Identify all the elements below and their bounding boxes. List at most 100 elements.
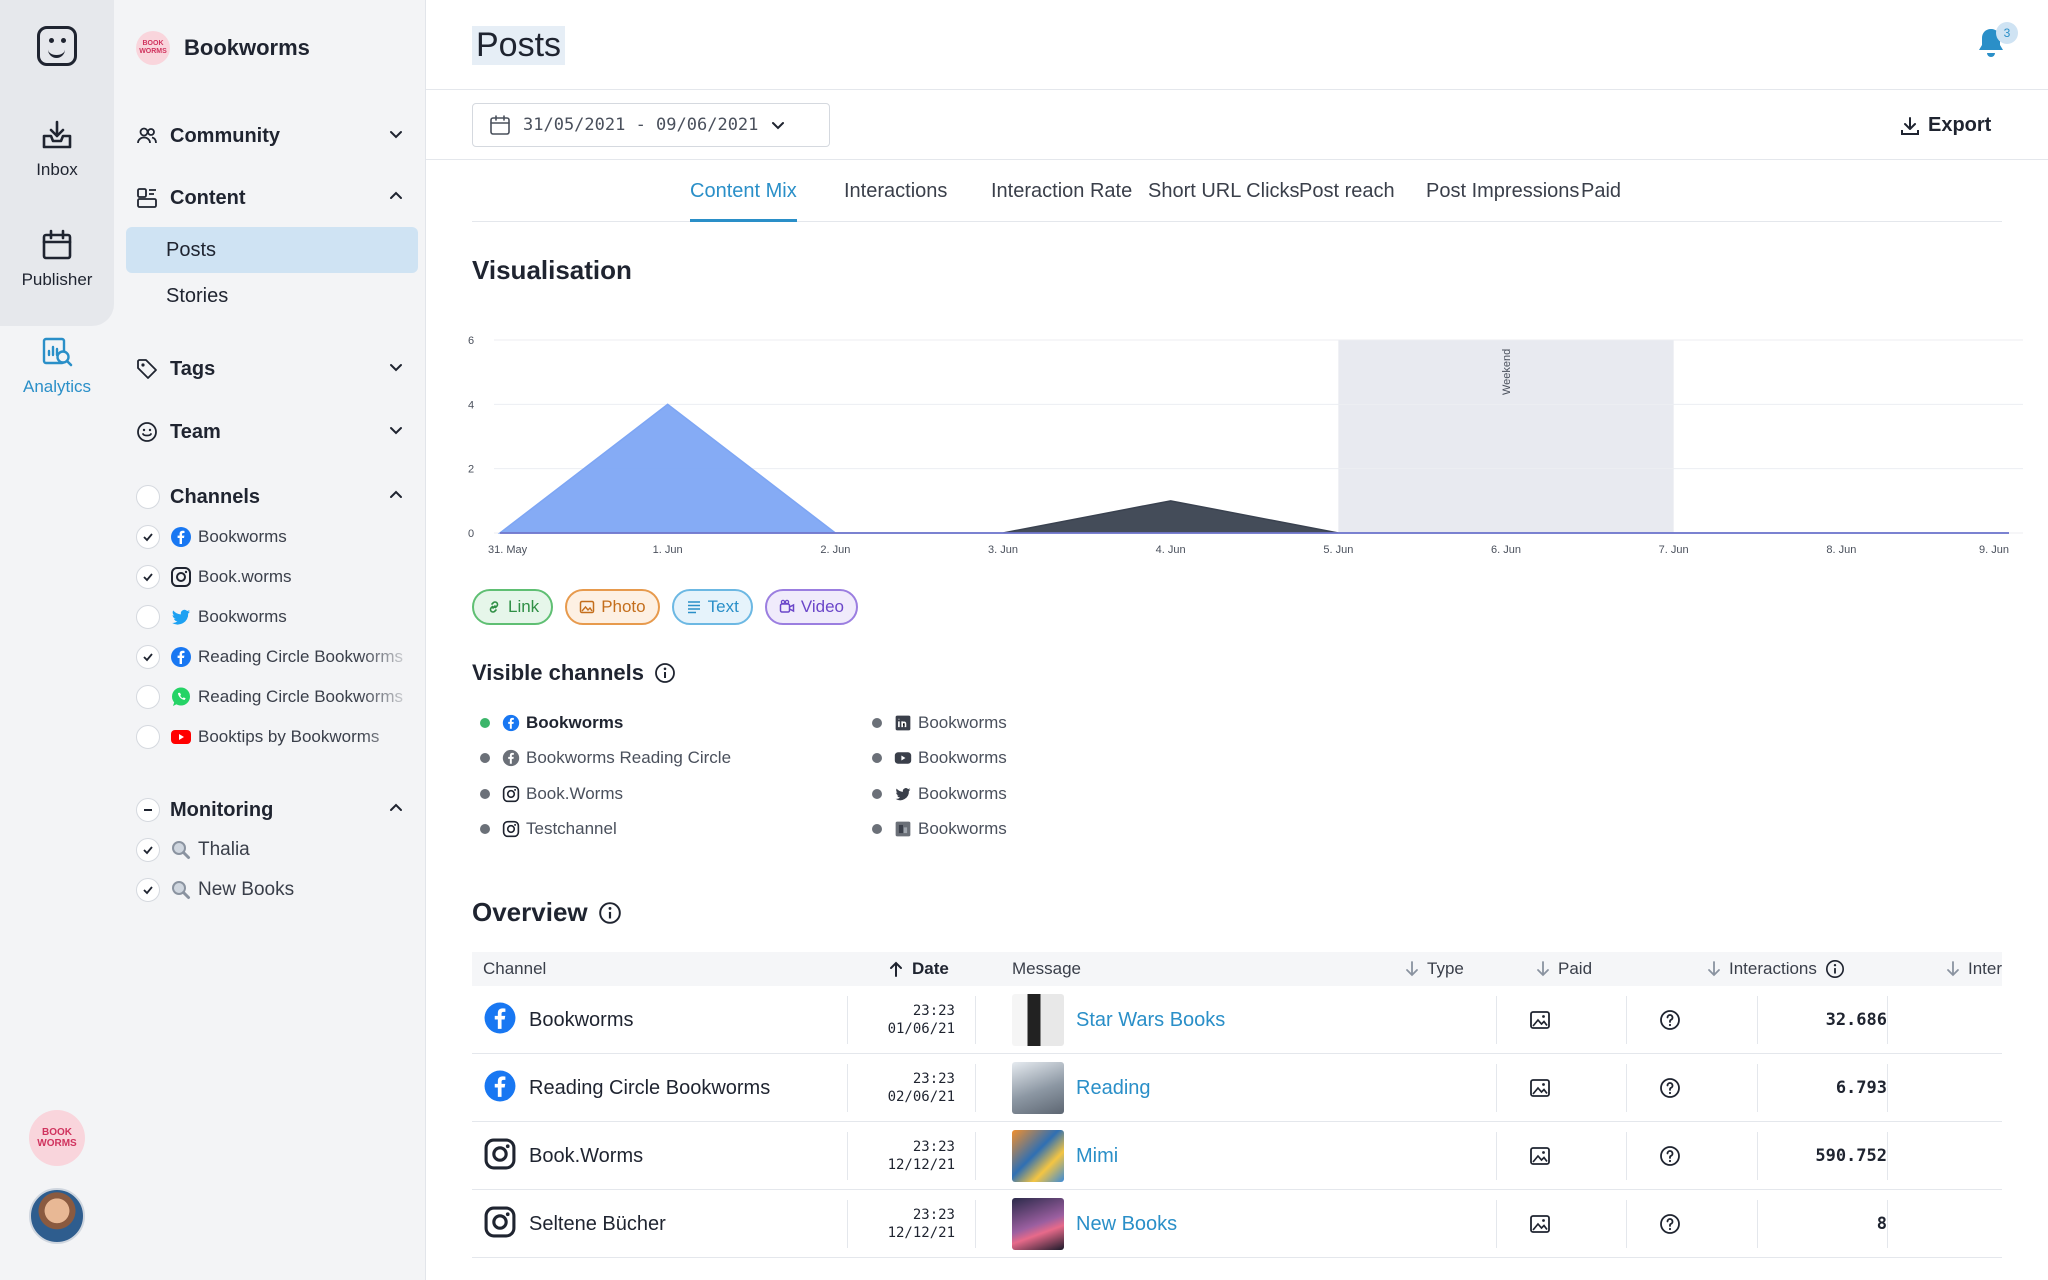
channel-checkbox[interactable] [136, 525, 160, 549]
date-range-picker[interactable]: 31/05/2021 - 09/06/2021 [472, 103, 830, 147]
youtube-icon [171, 730, 191, 744]
channel-name: Seltene Bücher [529, 1212, 666, 1235]
post-message-link[interactable]: Reading [1076, 1077, 1151, 1100]
column-header-interaction-rate[interactable]: Inter [1946, 952, 2002, 986]
visible-channel-item[interactable]: Book.Worms [472, 776, 731, 812]
sidebar-section-content[interactable]: Content [136, 182, 404, 214]
tab-content-mix[interactable]: Content Mix [690, 180, 797, 222]
content-mix-chart: Weekend 0 2 4 6 31. May 1. Jun 2. Jun 3. Jun 4. J… [468, 335, 2023, 556]
content-icon [136, 187, 160, 209]
channel-checkbox[interactable] [136, 565, 160, 589]
channel-item[interactable]: Bookworms [136, 602, 416, 632]
x-tick-label: 7. Jun [1659, 544, 1689, 556]
channel-checkbox[interactable] [136, 605, 160, 629]
legend-link-pill[interactable]: Link [472, 589, 554, 625]
table-row[interactable]: Seltene Bücher 23:23 12/12/21 New Books 8 [472, 1190, 2002, 1258]
info-icon[interactable] [1825, 959, 1845, 979]
tab-short-url-clicks[interactable]: Short URL Clicks [1148, 180, 1300, 222]
legend-text-pill[interactable]: Text [671, 589, 753, 625]
sidebar-item-stories[interactable]: Stories [126, 273, 418, 319]
visible-channel-item[interactable]: Bookworms [864, 776, 1007, 812]
workspace-avatar[interactable]: BOOK WORMS [29, 1110, 85, 1166]
tab-interaction-rate[interactable]: Interaction Rate [991, 180, 1132, 222]
table-row[interactable]: Bookworms 23:23 01/06/21 Star Wars Books … [472, 986, 2002, 1054]
channel-item[interactable]: Bookworms [136, 522, 416, 552]
tab-bar: Content Mix Interactions Interaction Rat… [472, 180, 2002, 222]
column-header-message[interactable]: Message [1012, 952, 1081, 986]
magnifier-icon [172, 881, 190, 899]
tab-paid[interactable]: Paid [1581, 180, 1621, 222]
chevron-down-icon [388, 421, 404, 444]
visible-channel-item[interactable]: Testchannel [472, 812, 731, 848]
post-thumbnail[interactable] [1012, 1198, 1064, 1250]
column-header-date[interactable]: Date [888, 952, 949, 986]
rail-analytics[interactable]: Analytics [0, 335, 114, 397]
interactions-value: 6.793 [1835, 1078, 1887, 1098]
sidebar-section-monitoring[interactable]: Monitoring [136, 794, 404, 826]
monitoring-checkbox[interactable] [136, 878, 160, 902]
channel-item[interactable]: Booktips by Bookworms [136, 722, 416, 752]
calendar-icon [42, 229, 72, 260]
column-divider [847, 1200, 848, 1248]
sidebar-section-team[interactable]: Team [136, 416, 404, 448]
interactions-cell: 590.752 [1757, 1122, 1887, 1190]
sidebar-section-community[interactable]: Community [136, 120, 404, 152]
main-content: Posts 3 31/05/2021 - 09/06/2021 Export C… [426, 0, 2048, 1280]
legend-video-pill[interactable]: Video [764, 589, 858, 625]
sidebar-section-tags[interactable]: Tags [136, 353, 404, 385]
column-header-interaction-rate-label: Inter [1967, 959, 2002, 978]
column-header-channel[interactable]: Channel [483, 952, 546, 986]
visible-channel-item[interactable]: Bookworms [864, 741, 1007, 777]
post-thumbnail[interactable] [1012, 994, 1064, 1046]
export-button[interactable]: Export [1900, 114, 1991, 137]
channel-item[interactable]: Reading Circle Bookworms [136, 642, 416, 672]
legend-photo-pill[interactable]: Photo [565, 589, 660, 625]
tab-post-reach[interactable]: Post reach [1299, 180, 1395, 222]
rail-publisher[interactable]: Publisher [0, 228, 114, 290]
page-title: Posts [472, 26, 566, 65]
channel-item[interactable]: Reading Circle Bookworms [136, 682, 416, 712]
visible-channel-item[interactable]: Bookworms [472, 705, 731, 741]
user-avatar[interactable] [29, 1188, 85, 1244]
calendar-icon [490, 115, 510, 135]
monitoring-item[interactable]: New Books [136, 875, 416, 905]
info-icon[interactable] [598, 901, 622, 925]
table-row[interactable]: Reading Circle Bookworms 23:23 02/06/21 R… [472, 1054, 2002, 1122]
channel-checkbox[interactable] [136, 725, 160, 749]
tab-post-impressions[interactable]: Post Impressions [1426, 180, 1579, 222]
visible-channel-item[interactable]: Bookworms [864, 705, 1007, 741]
post-message-link[interactable]: Star Wars Books [1076, 1009, 1225, 1032]
column-divider [1887, 996, 1888, 1044]
visible-channel-item[interactable]: Bookworms [864, 812, 1007, 848]
monitoring-select-all-checkbox[interactable] [136, 798, 160, 822]
tab-interactions[interactable]: Interactions [844, 180, 947, 222]
workspace-switcher[interactable]: BOOK WORMS Bookworms [136, 30, 310, 66]
channels-select-all-checkbox[interactable] [136, 485, 160, 509]
column-header-interactions[interactable]: Interactions [1707, 952, 1853, 986]
rail-inbox[interactable]: Inbox [0, 118, 114, 180]
sidebar-community-label: Community [170, 124, 280, 147]
visible-channel-item[interactable]: Bookworms Reading Circle [472, 741, 731, 777]
monitoring-checkbox[interactable] [136, 838, 160, 862]
post-thumbnail[interactable] [1012, 1130, 1064, 1182]
sidebar-item-posts[interactable]: Posts [126, 227, 418, 273]
monitoring-item[interactable]: Thalia [136, 835, 416, 865]
image-icon [1530, 1079, 1550, 1097]
column-header-paid[interactable]: Paid [1536, 952, 1592, 986]
channel-checkbox[interactable] [136, 685, 160, 709]
post-thumbnail[interactable] [1012, 1062, 1064, 1114]
app-logo-icon[interactable] [37, 26, 77, 66]
info-icon[interactable] [654, 662, 676, 684]
analytics-icon [42, 337, 73, 367]
post-message-link[interactable]: Mimi [1076, 1145, 1118, 1168]
post-message-link[interactable]: New Books [1076, 1213, 1177, 1236]
visualisation-title: Visualisation [472, 255, 632, 285]
sidebar-section-channels[interactable]: Channels [136, 481, 404, 513]
paid-cell [1658, 1122, 1682, 1190]
question-circle-icon [1660, 1214, 1680, 1234]
table-row[interactable]: Book.Worms 23:23 12/12/21 Mimi 590.752 [472, 1122, 2002, 1190]
visible-channel-label: Bookworms [918, 748, 1007, 768]
channel-checkbox[interactable] [136, 645, 160, 669]
column-header-type[interactable]: Type [1405, 952, 1464, 986]
channel-item[interactable]: Book.worms [136, 562, 416, 592]
